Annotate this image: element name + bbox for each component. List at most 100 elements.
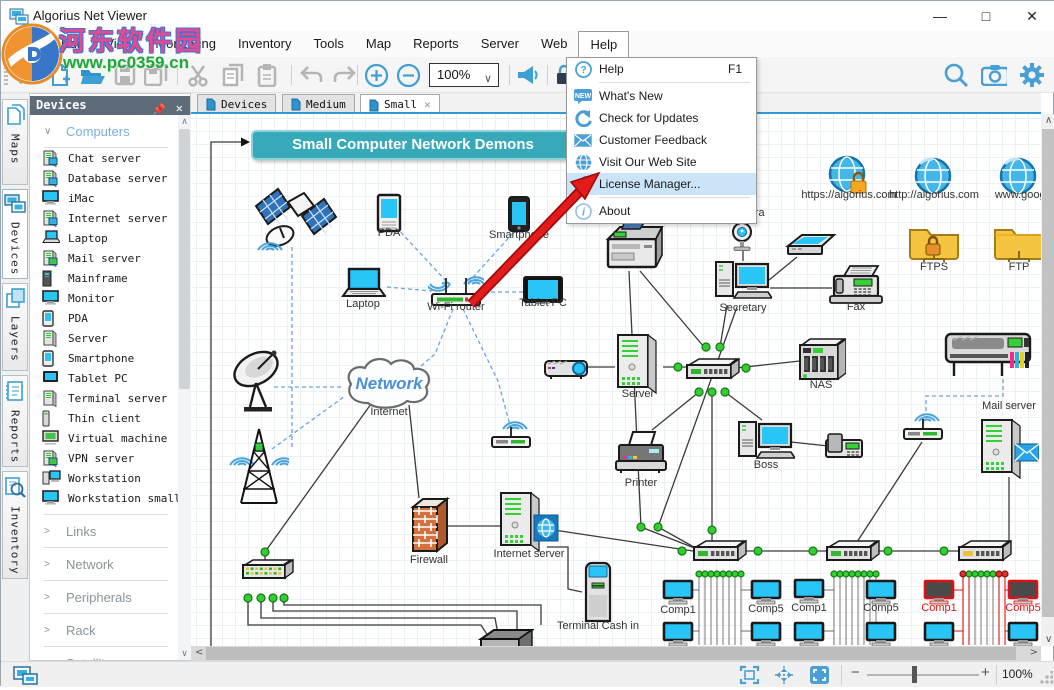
node-wifi-ap[interactable] (489, 417, 533, 453)
node-satellite[interactable] (250, 176, 342, 258)
node-comp[interactable] (1007, 621, 1039, 646)
sidebar-tab-maps[interactable]: Maps (2, 99, 28, 185)
zoom-level-select[interactable]: 100% ∨ (429, 63, 499, 87)
scroll-right-icon[interactable]: > (1030, 647, 1038, 658)
map-title-banner[interactable]: Small Computer Network Demons (251, 130, 575, 160)
announce-icon[interactable] (515, 62, 541, 88)
save-icon[interactable] (112, 62, 138, 88)
node-phone[interactable] (824, 431, 864, 461)
node-server[interactable] (615, 331, 661, 395)
node-wifi-ap[interactable] (901, 409, 945, 445)
zoom-in-plus[interactable]: + (981, 664, 990, 681)
help-menu-item-check-for-updates[interactable]: Check for Updates (567, 107, 756, 129)
wizard-icon[interactable] (15, 62, 41, 88)
scroll-down-icon[interactable]: ∨ (1045, 634, 1052, 645)
device-group-network[interactable]: >Network (30, 548, 178, 580)
toolbar-grip[interactable] (4, 63, 8, 87)
zoom-slider-track[interactable] (867, 674, 979, 676)
menu-reports[interactable]: Reports (402, 31, 470, 57)
node-comp1[interactable] (793, 578, 825, 604)
help-menu-item-help[interactable]: ?HelpF1 (567, 58, 756, 80)
node-switch-r[interactable] (955, 539, 1013, 565)
node-smartphone[interactable] (507, 195, 531, 233)
device-palette-item-internet-server[interactable]: Internet server (30, 208, 178, 228)
device-palette-item-smartphone[interactable]: Smartphone (30, 348, 178, 368)
vertical-scroll-thumb[interactable] (1042, 129, 1054, 617)
redo-icon[interactable] (331, 62, 357, 88)
node-switch[interactable] (683, 357, 741, 383)
node-switch[interactable] (823, 539, 881, 565)
node-comp[interactable] (750, 621, 782, 646)
menu-help[interactable]: Help (578, 31, 629, 57)
fit-page-icon[interactable] (739, 665, 760, 690)
node-secretary[interactable] (714, 256, 772, 302)
device-palette-item-workstation-small[interactable]: Workstation small (30, 488, 178, 508)
menu-edit[interactable]: Edit (50, 31, 94, 57)
device-palette-item-workstation[interactable]: Workstation (30, 468, 178, 488)
node-mail-server[interactable] (979, 416, 1039, 480)
menu-tools[interactable]: Tools (303, 31, 355, 57)
device-palette-item-vpn-server[interactable]: VPN server (30, 448, 178, 468)
map-tab-small[interactable]: Small✕ (360, 94, 440, 114)
device-palette-item-database-server[interactable]: Database server (30, 168, 178, 188)
map-tab-medium[interactable]: Medium (282, 94, 355, 113)
node-scanner[interactable] (784, 230, 838, 258)
node-comp[interactable] (662, 621, 694, 646)
device-palette-item-laptop[interactable]: Laptop (30, 228, 178, 248)
help-menu-item-customer-feedback[interactable]: Customer Feedback (567, 129, 756, 151)
node-internet-server[interactable] (498, 489, 560, 553)
zoom-in-icon[interactable] (363, 62, 389, 88)
node-dish[interactable] (228, 347, 290, 417)
device-palette-item-monitor[interactable]: Monitor (30, 288, 178, 308)
device-group-rack[interactable]: >Rack (30, 614, 178, 646)
scroll-up-icon[interactable]: ∧ (178, 115, 191, 128)
gear-icon[interactable] (1019, 62, 1045, 88)
copy-icon[interactable] (220, 62, 246, 88)
node-plotter[interactable] (942, 326, 1036, 380)
node-comp[interactable] (793, 621, 825, 646)
menu-server[interactable]: Server (470, 31, 530, 57)
menu-map[interactable]: Map (355, 31, 402, 57)
node-switch-y[interactable] (240, 558, 294, 582)
node-laptop[interactable] (340, 267, 386, 299)
node-firewall[interactable] (408, 496, 450, 556)
new-map-icon[interactable] (47, 62, 73, 88)
close-button[interactable]: ✕ (1009, 1, 1054, 31)
minimize-button[interactable]: — (917, 1, 963, 31)
maximize-button[interactable]: □ (963, 1, 1009, 31)
node-ftps[interactable] (907, 222, 961, 264)
open-icon[interactable] (79, 62, 105, 88)
zoom-out-minus[interactable]: − (851, 664, 860, 681)
node-terminal-cash-in[interactable] (580, 561, 616, 625)
node-nas[interactable] (796, 337, 846, 383)
horizontal-scroll-thumb[interactable] (206, 647, 1016, 660)
node-copier[interactable] (600, 217, 666, 277)
devices-panel-header[interactable]: Devices 📌 ✕ (30, 96, 190, 115)
device-group-links[interactable]: >Links (30, 515, 178, 547)
node-tower[interactable] (229, 425, 289, 509)
panel-scroll-thumb[interactable] (179, 129, 190, 389)
search-icon[interactable] (943, 62, 969, 88)
menu-inventory[interactable]: Inventory (227, 31, 302, 57)
device-palette-item-mainframe[interactable]: Mainframe (30, 268, 178, 288)
panel-scrollbar[interactable]: ∧ ∨ (178, 115, 191, 660)
menu-view[interactable]: View (94, 31, 144, 57)
help-menu-item-visit-our-web-site[interactable]: Visit Our Web Site (567, 151, 756, 173)
node-comp[interactable] (923, 621, 955, 646)
help-menu-item-about[interactable]: iAbout (567, 200, 756, 222)
device-palette-item-imac[interactable]: iMac (30, 188, 178, 208)
device-palette-item-pda[interactable]: PDA (30, 308, 178, 328)
menu-web[interactable]: Web (530, 31, 579, 57)
canvas-vertical-scrollbar[interactable]: ∧ ∨ (1041, 114, 1054, 646)
camera-icon[interactable] (981, 62, 1007, 88)
node-internet[interactable]: Network (340, 355, 438, 413)
device-palette-item-terminal-server[interactable]: Terminal server (30, 388, 178, 408)
save-all-icon[interactable] (143, 62, 169, 88)
sidebar-tab-reports[interactable]: Reports (2, 375, 28, 467)
scroll-left-icon[interactable]: < (195, 647, 203, 658)
canvas-horizontal-scrollbar[interactable]: < > (191, 646, 1041, 661)
cut-icon[interactable] (185, 62, 211, 88)
node-camera[interactable] (730, 222, 754, 254)
menu-file[interactable]: File (7, 31, 50, 57)
node-ftp[interactable] (992, 222, 1041, 264)
